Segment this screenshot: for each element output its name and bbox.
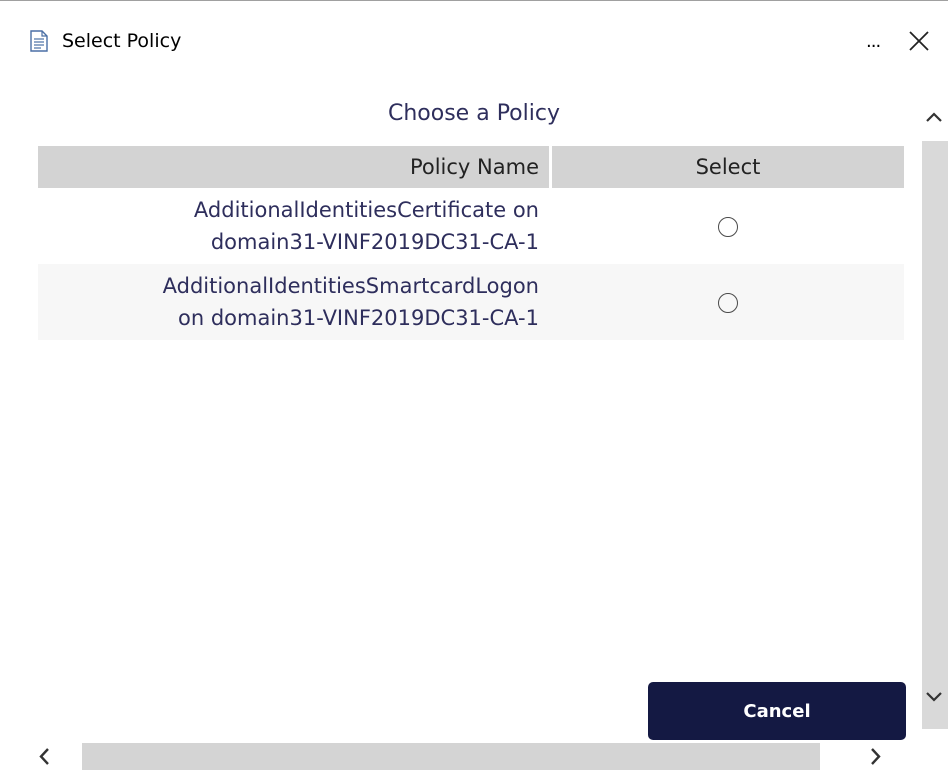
select-policy-dialog: Select Policy ... Choose a Policy Policy… [0,0,948,770]
policy-name-line: AdditionalIdentitiesSmartcardLogon [162,274,539,298]
policy-name-cell: AdditionalIdentitiesSmartcardLogon on do… [38,264,552,340]
policy-name-line: domain31-VINF2019DC31-CA-1 [210,230,539,254]
vertical-scroll-thumb[interactable] [922,141,948,729]
select-cell [552,264,904,340]
policy-radio-button[interactable] [718,217,738,237]
policy-name-line: on domain31-VINF2019DC31-CA-1 [178,306,539,330]
window-title: Select Policy [62,30,182,52]
table-row: AdditionalIdentitiesSmartcardLogon on do… [38,264,904,340]
chevron-left-icon[interactable] [30,743,58,770]
table-row: AdditionalIdentitiesCertificate on domai… [38,188,904,264]
column-header-policy-name: Policy Name [38,146,552,188]
page-title: Choose a Policy [388,101,560,126]
dialog-content: Choose a Policy Policy Name Select Addit… [0,85,920,741]
title-bar: Select Policy ... [0,1,948,85]
policy-table: Policy Name Select AdditionalIdentitiesC… [38,146,904,340]
chevron-down-icon[interactable] [920,683,948,711]
table-header-row: Policy Name Select [38,146,904,188]
document-icon [30,30,48,52]
column-header-select: Select [552,146,904,188]
policy-radio-button[interactable] [718,293,738,313]
policy-name-cell: AdditionalIdentitiesCertificate on domai… [38,188,552,264]
vertical-scrollbar[interactable] [920,85,948,741]
close-icon[interactable] [907,29,931,53]
select-cell [552,188,904,264]
horizontal-scrollbar[interactable] [0,741,948,770]
more-options-button[interactable]: ... [866,31,881,52]
policy-name-line: AdditionalIdentitiesCertificate on [193,198,539,222]
horizontal-scroll-thumb[interactable] [82,743,820,770]
chevron-right-icon[interactable] [862,743,890,770]
chevron-up-icon[interactable] [920,103,948,131]
cancel-button[interactable]: Cancel [648,682,906,740]
